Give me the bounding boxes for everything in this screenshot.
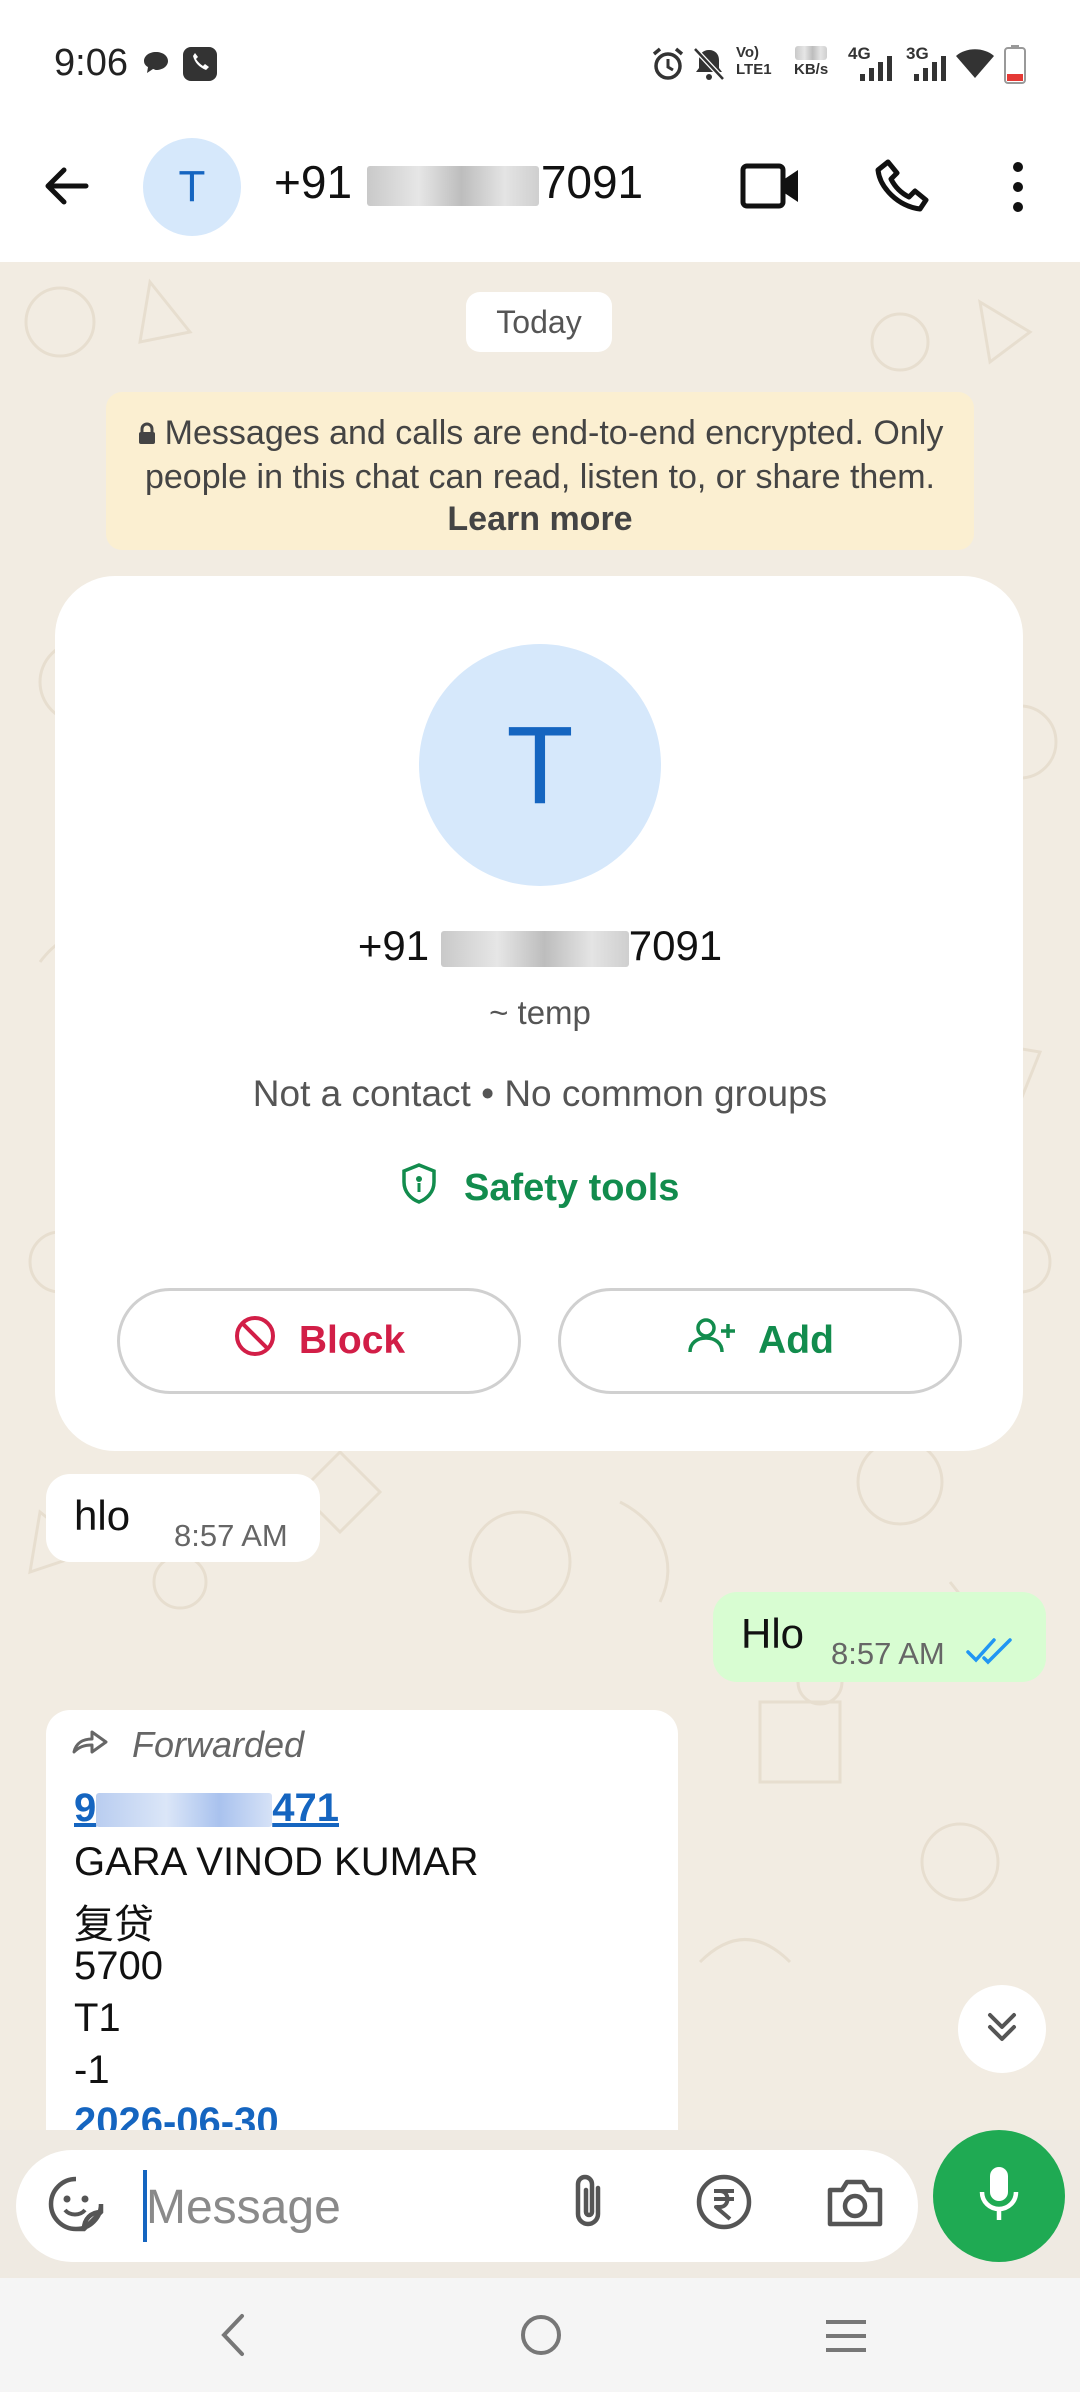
nav-recents-icon[interactable] [824,2316,868,2361]
card-contact-info: Not a contact • No common groups [252,1073,828,1114]
status-bar: 9:06 Vo) LTE1 KB/s 4G 3G [0,0,1080,130]
forwarded-line: 5700 [74,1944,163,1988]
forwarded-line: GARA VINOD KUMAR [74,1840,479,1884]
learn-more-link[interactable]: Learn more [447,500,632,538]
microphone-icon [977,2164,1021,2229]
forwarded-phone-link[interactable]: 9 471 [74,1786,339,1831]
signal-icon-2 [912,52,952,87]
message-text: Hlo [741,1610,805,1657]
add-label: Add [758,1319,834,1362]
forwarded-label: Forwarded [132,1724,305,1765]
forwarded-line: 复贷 [74,1903,154,1947]
safety-tools-label: Safety tools [464,1166,680,1209]
avatar-letter: T [178,162,206,211]
attachment-icon[interactable] [568,2172,612,2237]
card-redacted-digits [440,930,629,967]
message-time: 8:57 AM [174,1518,288,1553]
forwarded-message-bubble[interactable]: Forwarded 9 471 GARA VINOD KUMAR 复贷 5700 … [46,1710,678,2130]
card-phone-number: +91 7091 [0,922,1080,970]
chat-bubble-icon [142,50,170,81]
card-phone-prefix: +91 [357,922,430,969]
wifi-icon [954,46,996,85]
forwarded-line: T1 [74,1996,121,2040]
nav-home-icon[interactable] [518,2312,564,2363]
nav-back-icon[interactable] [216,2310,250,2365]
emoji-sticker-icon[interactable] [46,2174,106,2239]
date-pill: Today [466,292,612,352]
read-receipt-icon [965,1636,1015,1671]
voice-record-button[interactable] [933,2130,1065,2262]
contact-avatar-large: T [419,644,661,886]
message-text: hlo [74,1492,131,1539]
link-prefix: 9 [74,1786,97,1830]
forwarded-date-link[interactable]: 2026-06-30 [74,2100,279,2130]
net-speed-label: KB/s [794,44,828,78]
signal-icon-1 [858,52,898,87]
scroll-to-bottom-button[interactable] [958,1985,1046,2073]
alarm-icon [650,46,686,87]
battery-icon [1004,44,1026,89]
message-time: 8:57 AM [831,1636,945,1671]
bell-off-icon [692,46,726,87]
double-chevron-down-icon [982,2007,1022,2052]
more-options-icon[interactable] [1006,160,1030,219]
voice-call-icon[interactable] [874,158,930,219]
forwarded-line: -1 [74,2048,110,2092]
forward-icon [70,1728,110,1761]
encryption-text: Messages and calls are end-to-end encryp… [144,414,944,496]
card-phone-suffix: 7091 [628,922,723,969]
card-contact-name: ~ temp [489,994,591,1031]
block-label: Block [298,1319,406,1362]
block-icon [233,1314,277,1368]
message-input[interactable] [146,2172,526,2242]
phone-app-icon [182,46,218,87]
camera-icon[interactable] [824,2174,886,2235]
link-suffix: 471 [272,1786,339,1830]
outgoing-message-bubble[interactable]: Hlo 8:57 AM [713,1592,1046,1682]
incoming-message-bubble[interactable]: hlo 8:57 AM [46,1474,320,1562]
phone-suffix: 7091 [540,156,644,208]
contact-avatar[interactable]: T [143,138,241,236]
status-time: 9:06 [54,42,128,84]
block-button[interactable]: Block [117,1288,521,1394]
contact-title[interactable]: +91 7091 [274,155,643,209]
back-arrow-icon[interactable] [40,160,92,217]
encryption-notice[interactable]: Messages and calls are end-to-end encryp… [106,392,974,550]
lock-icon [137,414,157,456]
rupee-payment-icon[interactable] [694,2172,754,2237]
avatar-letter-large: T [506,703,574,827]
phone-prefix: +91 [274,156,353,208]
add-contact-button[interactable]: Add [558,1288,962,1394]
link-redacted-digits [96,1793,273,1828]
add-user-icon [686,1316,736,1366]
video-call-icon[interactable] [740,160,802,217]
redacted-digits [366,165,539,206]
safety-tools-link[interactable]: Safety tools [400,1163,679,1213]
volte-label: Vo) LTE1 [736,44,772,78]
shield-icon [400,1162,438,1214]
